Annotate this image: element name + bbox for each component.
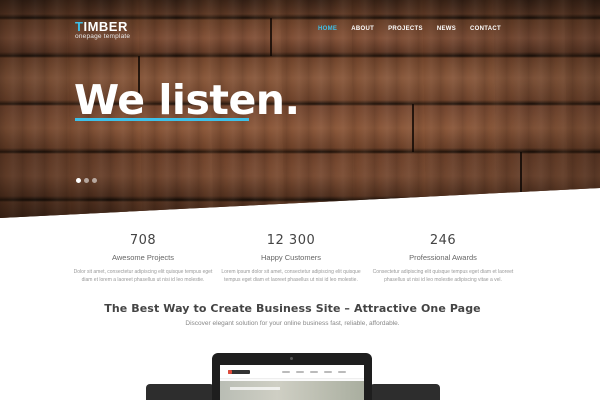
stats-section: 708 Awesome Projects Dolor sit amet, con… [0,232,600,292]
brand-name: TIMBER [75,20,130,33]
stat-value: 246 [429,233,457,248]
screen-menu-item [338,371,346,373]
brand-tagline: onepage template [75,33,131,40]
slider-dot-2[interactable] [84,178,89,183]
hero-headline: We listen. [74,76,300,124]
nav-item-news[interactable]: NEWS [430,26,463,32]
screen-menu-item [310,371,318,373]
section-title: The Best Way to Create Business Site – A… [104,302,481,315]
stat-customers: 12 300 Happy Customers Lorem ipsum dolor… [216,232,366,284]
brand-logo[interactable]: TIMBER onepage template [75,20,130,41]
camera-icon [290,357,293,360]
stat-value: 12 300 [266,233,316,248]
screen-menu-item [296,371,304,373]
screen-hero-text [230,387,280,390]
screen-hero-image [220,381,364,400]
hero-section: TIMBER onepage template HOME ABOUT PROJE… [0,0,600,218]
stat-text: Lorem ipsum dolor sit amet, consectetur … [221,269,361,283]
stat-title: Professional Awards [409,253,477,262]
nav-item-projects[interactable]: PROJECTS [381,26,430,32]
slider-dot-3[interactable] [92,178,97,183]
stat-text: Consectetur adipiscing elit quisque temp… [372,269,514,283]
slider-pagination [76,178,97,183]
stat-awards: 246 Professional Awards Consectetur adip… [368,232,518,284]
headline-underline [75,118,249,121]
section-subtitle: Discover elegant solution for your onlin… [185,320,400,327]
screen-menu-item [282,371,290,373]
screen-logo-mark [228,370,232,374]
stat-text: Dolor sit amet, consectetur adipiscing e… [73,269,213,283]
device-base-right [370,384,440,400]
stat-title: Awesome Projects [112,253,174,262]
nav-item-about[interactable]: ABOUT [344,26,381,32]
stat-title: Happy Customers [260,253,322,262]
device-screen [220,365,364,400]
device-base-left [146,384,214,400]
main-nav: HOME ABOUT PROJECTS NEWS CONTACT [311,26,508,32]
stat-value: 708 [129,233,157,248]
nav-item-contact[interactable]: CONTACT [463,26,508,32]
stat-projects: 708 Awesome Projects Dolor sit amet, con… [68,232,218,284]
screen-navbar [220,365,364,379]
brand-name-rest: IMBER [83,19,128,34]
slider-dot-1[interactable] [76,178,81,183]
device-mockup [212,353,372,400]
screen-menu-item [324,371,332,373]
nav-item-home[interactable]: HOME [311,26,344,32]
